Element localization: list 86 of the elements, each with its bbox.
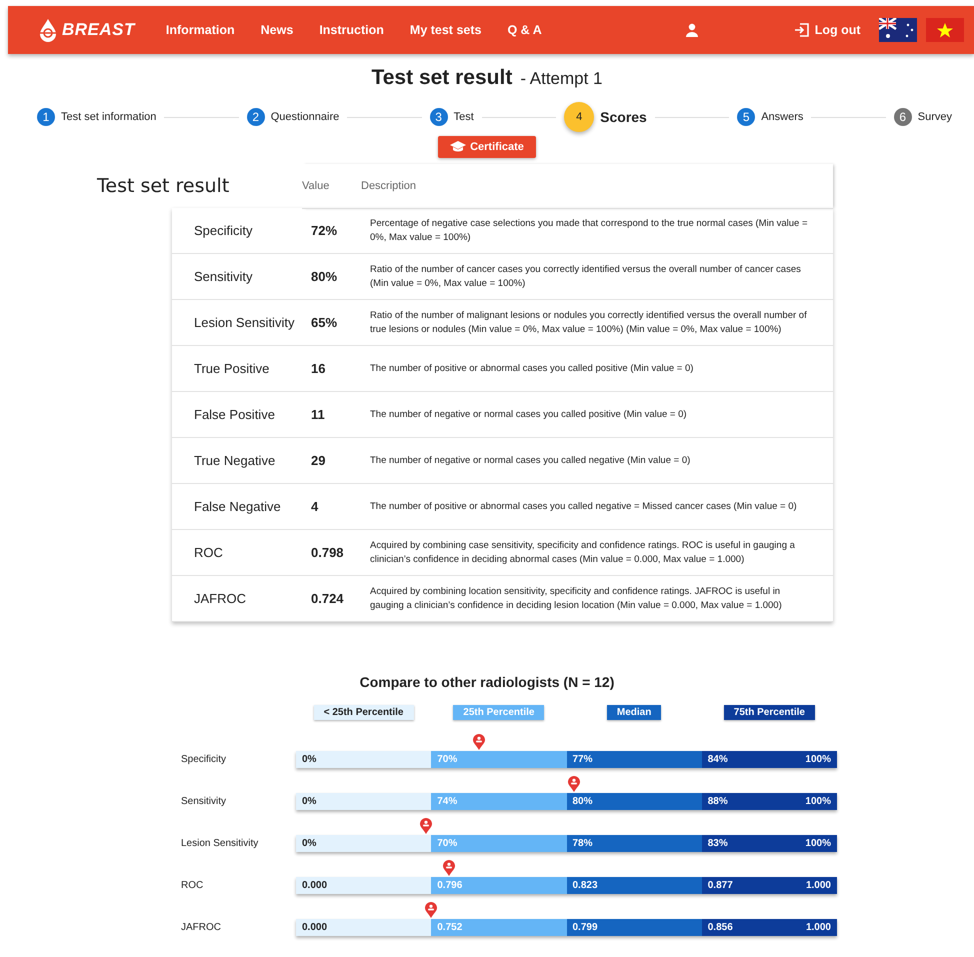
max-value: 100% bbox=[805, 753, 831, 767]
percentile-value: 77% bbox=[566, 751, 702, 768]
certificate-button[interactable]: Certificate bbox=[438, 136, 536, 158]
logout-icon bbox=[794, 22, 810, 38]
metric-name: Lesion Sensitivity bbox=[181, 838, 260, 849]
metric-description: The number of negative or normal cases you called negative (Min value = 0) bbox=[370, 454, 692, 468]
metric-description: Percentage of negative case selections you made that correspond to the true normal cases (Min value = 0%, Max value = 100%) bbox=[370, 216, 809, 244]
metric-description: Ratio of the number of cancer cases you correctly identified versus the overall number of cancer cases (Min value = 0%, Max value = 100%) bbox=[370, 262, 802, 290]
flag-icon[interactable] bbox=[878, 18, 917, 42]
percentile-value: 0% bbox=[296, 835, 432, 852]
percentile-value: 0.823 bbox=[566, 877, 702, 894]
nav-link[interactable]: News bbox=[260, 23, 294, 37]
graduation-cap-icon bbox=[450, 141, 466, 153]
metric-name: ROC bbox=[181, 880, 204, 891]
step-label[interactable]: Test bbox=[454, 111, 474, 123]
percentile-value: 0.752 bbox=[431, 919, 566, 936]
max-value: 100% bbox=[805, 795, 831, 809]
percentile-value: 78% bbox=[566, 835, 702, 852]
max-value: 1.000 bbox=[806, 879, 831, 893]
metric-name: False Positive bbox=[193, 407, 276, 422]
legend-chip: 75th Percentile bbox=[724, 705, 815, 720]
brand-name[interactable]: BREAST bbox=[62, 20, 135, 40]
percentile-value: 0.799 bbox=[566, 919, 702, 936]
metric-name: True Positive bbox=[193, 361, 270, 376]
comparison-title: Compare to other radiologists (N = 12) bbox=[358, 674, 616, 692]
percentile-value: 0% bbox=[296, 751, 432, 768]
metric-name: JAFROC bbox=[193, 591, 247, 606]
percentile-value: 0% bbox=[296, 793, 432, 810]
metric-name: Specificity bbox=[193, 223, 254, 238]
metric-name: Sensitivity bbox=[193, 269, 254, 284]
nav-link[interactable]: My test sets bbox=[410, 23, 482, 37]
metric-value: 16 bbox=[311, 361, 326, 376]
metric-description: Acquired by combining location sensitivity, specificity and confidence ratings. JAFROC is useful in gauging a clinician’s confidence in deciding lesion location (Min value = 0.000, Max value = 1.000) bbox=[370, 584, 783, 612]
drop-logo-icon bbox=[38, 18, 58, 42]
step-label[interactable]: Questionnaire bbox=[270, 111, 340, 123]
nav-link[interactable]: Instruction bbox=[319, 23, 384, 37]
percentile-value: 70% bbox=[431, 751, 566, 768]
step-number: 6 bbox=[894, 108, 912, 126]
metric-name: Lesion Sensitivity bbox=[193, 315, 296, 330]
metric-name: Sensitivity bbox=[181, 796, 228, 807]
nav-link[interactable]: Q & A bbox=[507, 23, 542, 37]
logout-link[interactable]: Log out bbox=[794, 22, 861, 38]
metric-value: 4 bbox=[311, 499, 320, 514]
metric-value: 65% bbox=[311, 315, 338, 330]
metric-value: 80% bbox=[311, 269, 338, 284]
metric-description: The number of negative or normal cases you called positive (Min value = 0) bbox=[370, 408, 688, 422]
metric-description: Acquired by combining case sensitivity, specificity and confidence ratings. ROC is useful in gauging a clinician’s confidence in deciding abnormal cases (Min value = 0.000, Max value = 1.000) bbox=[370, 538, 796, 566]
step-number: 1 bbox=[37, 108, 55, 126]
max-value: 100% bbox=[805, 837, 831, 851]
column-header: Value bbox=[302, 180, 330, 192]
metric-name: JAFROC bbox=[181, 922, 222, 933]
percentile-value: 0.796 bbox=[431, 877, 566, 894]
percentile-value: 0.000 bbox=[296, 877, 432, 894]
legend-chip: Median bbox=[606, 705, 662, 720]
metric-name: Specificity bbox=[181, 754, 228, 765]
legend-chip: 25th Percentile bbox=[453, 705, 544, 720]
nav-link[interactable]: Information bbox=[166, 23, 235, 37]
percentile-value: 80% bbox=[566, 793, 702, 810]
metric-value: 0.724 bbox=[311, 591, 345, 606]
max-value: 1.000 bbox=[806, 921, 831, 935]
percentile-value: 74% bbox=[431, 793, 566, 810]
metric-name: ROC bbox=[193, 545, 224, 560]
page-title: Test set result bbox=[371, 66, 512, 89]
metric-value: 29 bbox=[311, 453, 326, 468]
step-number: 3 bbox=[430, 108, 448, 126]
step-label[interactable]: Answers bbox=[761, 111, 804, 123]
attempt-label: - Attempt 1 bbox=[520, 69, 603, 88]
metric-value: 11 bbox=[311, 407, 326, 422]
metric-name: True Negative bbox=[193, 453, 276, 468]
step-number: 2 bbox=[246, 108, 265, 126]
step-number: 5 bbox=[737, 108, 756, 126]
percentile-value: 70% bbox=[431, 835, 566, 852]
metric-value: 72% bbox=[311, 223, 338, 238]
step-label[interactable]: Test set information bbox=[61, 111, 156, 123]
user-icon[interactable] bbox=[684, 23, 699, 37]
percentile-value: 0.000 bbox=[296, 919, 432, 936]
metric-name: False Negative bbox=[193, 499, 282, 514]
column-header: Description bbox=[361, 180, 416, 192]
metric-value: 0.798 bbox=[311, 545, 345, 560]
step-label[interactable]: Scores bbox=[600, 109, 647, 125]
step-number: 4 bbox=[564, 102, 594, 132]
table-heading: Test set result bbox=[97, 175, 230, 197]
legend-chip: < 25th Percentile bbox=[314, 705, 414, 720]
metric-description: The number of positive or abnormal cases you called negative = Missed cancer cases (Min value = 0) bbox=[370, 500, 798, 514]
metric-description: The number of positive or abnormal cases you called positive (Min value = 0) bbox=[370, 362, 694, 376]
metric-description: Ratio of the number of malignant lesions or nodules you correctly identified versus the overall number of true lesions or nodules (Min value = 0%, Max value = 100%) (Min value = 0%, Max value = 100%) bbox=[370, 308, 808, 336]
